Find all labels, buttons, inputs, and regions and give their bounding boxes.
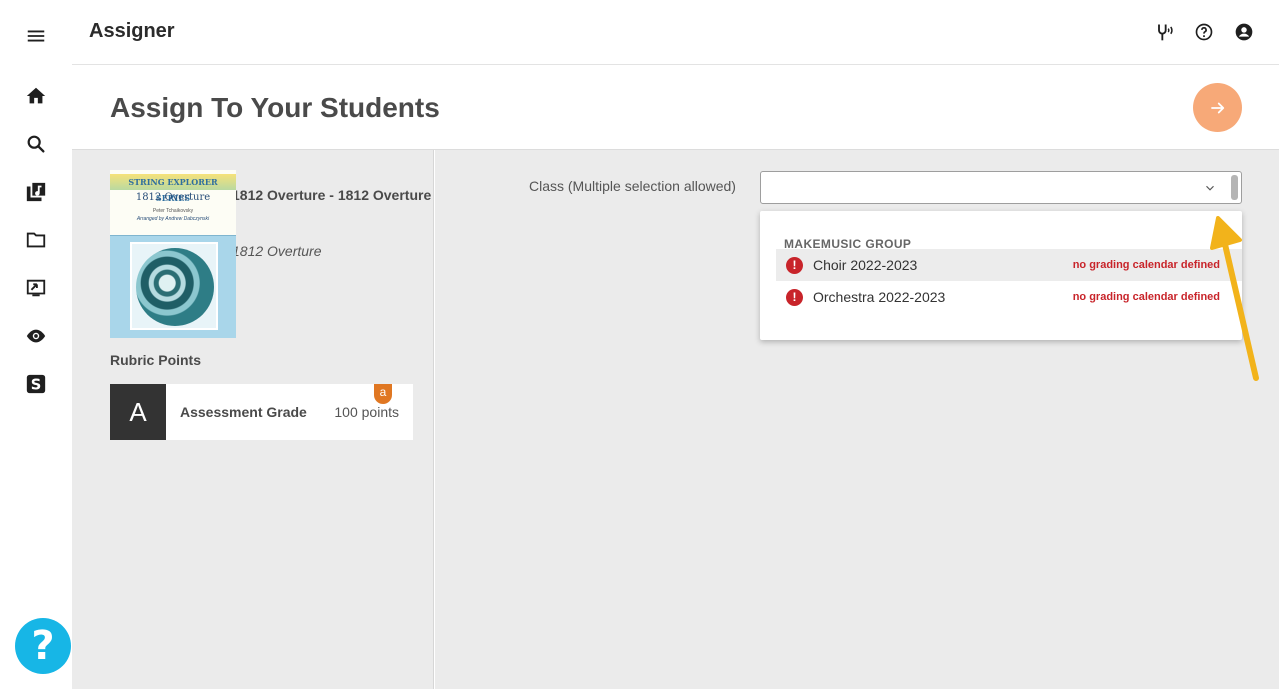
assign-icon[interactable] <box>24 276 48 300</box>
piece-summary-panel: 1812 Overture - 1812 Overture 1812 Overt… <box>72 150 434 689</box>
option-warning: no grading calendar defined <box>1072 291 1220 303</box>
error-icon: ! <box>786 257 803 274</box>
smartmusic-s-icon[interactable]: S <box>24 372 48 396</box>
cover-title: 1812 Overture <box>135 192 211 203</box>
rubric-points: 100 points <box>334 404 399 420</box>
class-option-orchestra[interactable]: ! Orchestra 2022-2023 no grading calenda… <box>776 281 1242 313</box>
select-scrollbar[interactable] <box>1231 175 1238 200</box>
rubric-letter-avatar: A <box>110 384 166 440</box>
hamburger-icon[interactable] <box>24 24 48 48</box>
option-warning: no grading calendar defined <box>1072 259 1220 271</box>
rubric-badge: a <box>374 384 392 404</box>
cover-arranger: Arranged by Andrew Dabczynski <box>136 216 210 222</box>
cover-composer: Peter Tchaikovsky <box>152 208 194 214</box>
violin-scroll-art <box>130 242 218 330</box>
rubric-name: Assessment Grade <box>180 404 307 420</box>
music-library-icon[interactable] <box>24 180 48 204</box>
question-mark-icon: ? <box>31 623 55 669</box>
left-rail: S ? <box>0 0 72 689</box>
arrow-right-icon <box>1210 102 1224 113</box>
cover-header: STRING EXPLORER SERIES 1812 Overture Pet… <box>110 170 236 236</box>
page-header: Assign To Your Students <box>72 65 1279 150</box>
option-label: Orchestra 2022-2023 <box>813 289 946 305</box>
chevron-down-icon <box>1206 185 1214 191</box>
help-circle-icon[interactable] <box>1193 21 1215 43</box>
cover-series-banner: STRING EXPLORER SERIES <box>110 174 236 203</box>
piece-subtitle: 1812 Overture <box>232 243 322 259</box>
piece-title: 1812 Overture - 1812 Overture <box>232 187 432 203</box>
option-label: Choir 2022-2023 <box>813 257 918 273</box>
top-bar: Assigner <box>72 0 1279 65</box>
home-icon[interactable] <box>24 84 48 108</box>
piece-cover-image: STRING EXPLORER SERIES 1812 Overture Pet… <box>110 170 236 338</box>
account-icon[interactable] <box>1233 21 1255 43</box>
eye-icon[interactable] <box>24 324 48 348</box>
search-icon[interactable] <box>24 132 48 156</box>
class-option-choir[interactable]: ! Choir 2022-2023 no grading calendar de… <box>776 249 1242 281</box>
svg-text:S: S <box>31 377 42 394</box>
tuning-fork-icon[interactable] <box>1153 21 1175 43</box>
class-select[interactable] <box>760 171 1242 204</box>
folder-icon[interactable] <box>24 228 48 252</box>
error-icon: ! <box>786 289 803 306</box>
annotation-arrow <box>1210 216 1259 381</box>
class-field-label: Class (Multiple selection allowed) <box>529 178 736 194</box>
next-button[interactable] <box>1193 83 1242 132</box>
class-dropdown-menu: MAKEMUSIC GROUP ! Choir 2022-2023 no gra… <box>760 211 1242 340</box>
rubric-card: A Assessment Grade 100 points a <box>110 384 413 440</box>
app-title: Assigner <box>89 20 175 42</box>
page-title: Assign To Your Students <box>110 92 440 123</box>
rubric-points-label: Rubric Points <box>110 352 202 368</box>
assignment-form: Class (Multiple selection allowed) MAKEM… <box>435 150 1279 689</box>
help-fab-button[interactable]: ? <box>15 618 71 674</box>
